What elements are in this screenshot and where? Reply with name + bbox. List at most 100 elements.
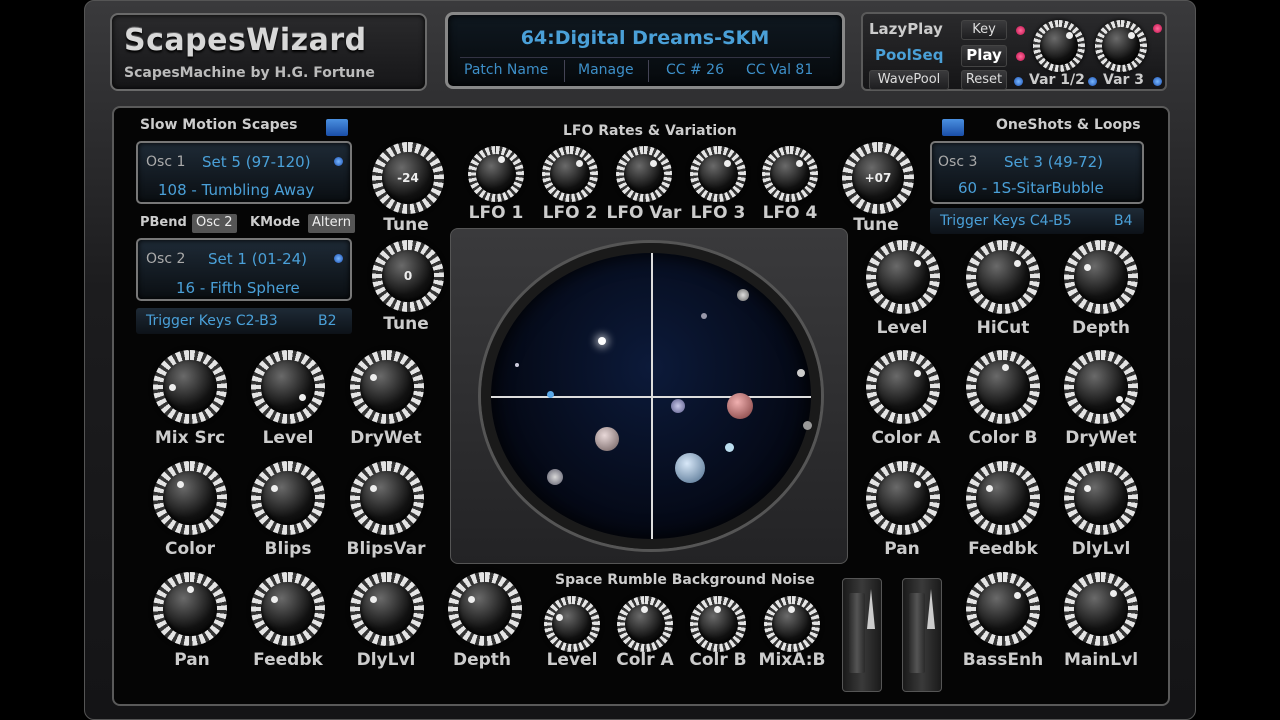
- patch-display: 64:Digital Dreams-SKM Patch Name Manage …: [445, 12, 845, 89]
- blipsvar-knob[interactable]: [350, 461, 424, 535]
- mix-src-knob[interactable]: [153, 350, 227, 424]
- display-divider: [648, 60, 649, 82]
- left-dlylvl-knob[interactable]: [350, 572, 424, 646]
- left-dlylvl-label: DlyLvl: [356, 650, 416, 670]
- right-pan-knob[interactable]: [866, 461, 940, 535]
- star-particle: [803, 421, 812, 430]
- right-level-knob[interactable]: [866, 240, 940, 314]
- folder-icon[interactable]: [942, 119, 964, 136]
- slider-thumb[interactable]: [849, 593, 865, 673]
- left-drywet-knob[interactable]: [350, 350, 424, 424]
- left-feedbk-knob[interactable]: [251, 572, 325, 646]
- lfo2-knob[interactable]: [542, 146, 598, 202]
- color-a-knob[interactable]: [866, 350, 940, 424]
- mod-wheel-slider[interactable]: [902, 578, 942, 692]
- folder-icon[interactable]: [326, 119, 348, 136]
- right-depth-knob[interactable]: [1064, 240, 1138, 314]
- osc3-box[interactable]: Osc 3 Set 3 (49-72) 60 - 1S-SitarBubble: [930, 141, 1144, 204]
- color-knob[interactable]: [153, 461, 227, 535]
- xy-scope-pad[interactable]: [481, 243, 821, 549]
- key-button[interactable]: Key: [961, 20, 1007, 40]
- osc3-sample[interactable]: 60 - 1S-SitarBubble: [958, 179, 1104, 197]
- lfo-var-knob[interactable]: [616, 146, 672, 202]
- osc2-tune-knob[interactable]: 0: [372, 240, 444, 312]
- color-a-label: Color A: [871, 428, 941, 448]
- osc2-sample[interactable]: 16 - Fifth Sphere: [176, 279, 300, 297]
- left-pan-knob[interactable]: [153, 572, 227, 646]
- logo-panel: ScapesWizard ScapesMachine by H.G. Fortu…: [110, 13, 427, 91]
- osc1-sample[interactable]: 108 - Tumbling Away: [158, 181, 314, 199]
- star-particle: [595, 427, 619, 451]
- var3-knob[interactable]: [1095, 20, 1147, 72]
- slow-motion-scapes-label: Slow Motion Scapes: [140, 117, 298, 133]
- right-depth-label: Depth: [1071, 318, 1131, 338]
- osc1-box[interactable]: Osc 1 Set 5 (97-120) 108 - Tumbling Away: [136, 141, 352, 204]
- right-feedbk-knob[interactable]: [966, 461, 1040, 535]
- blips-knob[interactable]: [251, 461, 325, 535]
- right-dlylvl-label: DlyLvl: [1071, 539, 1131, 559]
- reset-button[interactable]: Reset: [961, 70, 1007, 90]
- lazyplay-button[interactable]: LazyPlay: [869, 20, 943, 38]
- altern-tab[interactable]: Altern: [308, 214, 355, 233]
- slider-thumb[interactable]: [909, 593, 925, 673]
- right-trigger-keys[interactable]: Trigger Keys C4-B5 B4: [930, 208, 1144, 234]
- noise-mixab-knob[interactable]: [764, 596, 820, 652]
- star-particle: [671, 399, 685, 413]
- reset-led: [1014, 77, 1023, 86]
- right-trigger-key[interactable]: B4: [1114, 213, 1133, 229]
- slider-arrow-up: [867, 589, 875, 629]
- patch-name[interactable]: 64:Digital Dreams-SKM: [448, 27, 842, 49]
- left-drywet-label: DryWet: [350, 428, 422, 448]
- osc2-set[interactable]: Set 1 (01-24): [208, 250, 307, 268]
- osc2-label: Osc 2: [146, 251, 186, 267]
- var12-knob[interactable]: [1033, 20, 1085, 72]
- noise-colra-knob[interactable]: [617, 596, 673, 652]
- kmode-tab[interactable]: KMode: [246, 214, 304, 233]
- star-particle: [701, 313, 707, 319]
- left-level-knob[interactable]: [251, 350, 325, 424]
- left-depth-knob[interactable]: [448, 572, 522, 646]
- osc2-box[interactable]: Osc 2 Set 1 (01-24) 16 - Fifth Sphere: [136, 238, 352, 301]
- lfo1-knob[interactable]: [468, 146, 524, 202]
- noise-level-knob[interactable]: [544, 596, 600, 652]
- blipsvar-label: BlipsVar: [346, 539, 426, 559]
- cc-number[interactable]: CC # 26: [666, 62, 724, 78]
- star-particle: [547, 391, 554, 398]
- left-trigger-keys[interactable]: Trigger Keys C2-B3 B2: [136, 308, 352, 334]
- mainlvl-knob[interactable]: [1064, 572, 1138, 646]
- osc2-led: [334, 254, 343, 263]
- left-pan-label: Pan: [174, 650, 210, 670]
- noise-mixab-label: MixA:B: [758, 650, 826, 670]
- color-b-knob[interactable]: [966, 350, 1040, 424]
- crosshair-vertical: [651, 253, 653, 539]
- left-trigger-label: Trigger Keys C2-B3: [146, 313, 278, 329]
- star-particle: [598, 337, 606, 345]
- wavepool-button[interactable]: WavePool: [869, 70, 949, 90]
- pitch-wheel-slider[interactable]: [842, 578, 882, 692]
- cc-value[interactable]: CC Val 81: [746, 62, 813, 78]
- osc2-tab[interactable]: Osc 2: [192, 214, 237, 233]
- bassenh-knob[interactable]: [966, 572, 1040, 646]
- patch-name-button[interactable]: Patch Name: [464, 62, 548, 78]
- mainlvl-label: MainLvl: [1063, 650, 1139, 670]
- manage-button[interactable]: Manage: [578, 62, 634, 78]
- right-drywet-knob[interactable]: [1064, 350, 1138, 424]
- transport-panel: LazyPlay PoolSeq WavePool Key Play Reset…: [861, 12, 1167, 91]
- mix-src-label: Mix Src: [154, 428, 226, 448]
- osc1-tune-knob[interactable]: -24: [372, 142, 444, 214]
- osc1-set[interactable]: Set 5 (97-120): [202, 153, 311, 171]
- pbend-tab[interactable]: PBend: [136, 214, 191, 233]
- hicut-knob[interactable]: [966, 240, 1040, 314]
- left-trigger-key[interactable]: B2: [318, 313, 337, 329]
- osc3-tune-knob[interactable]: +07: [842, 142, 914, 214]
- lfo4-knob[interactable]: [762, 146, 818, 202]
- osc3-set[interactable]: Set 3 (49-72): [1004, 153, 1103, 171]
- noise-colrb-knob[interactable]: [690, 596, 746, 652]
- play-button[interactable]: Play: [961, 45, 1007, 67]
- osc2-tune-value: 0: [403, 269, 413, 283]
- lfo3-knob[interactable]: [690, 146, 746, 202]
- slider-arrow-up: [927, 589, 935, 629]
- right-dlylvl-knob[interactable]: [1064, 461, 1138, 535]
- poolseq-button[interactable]: PoolSeq: [875, 46, 943, 64]
- logo-subtitle: ScapesMachine by H.G. Fortune: [124, 65, 375, 81]
